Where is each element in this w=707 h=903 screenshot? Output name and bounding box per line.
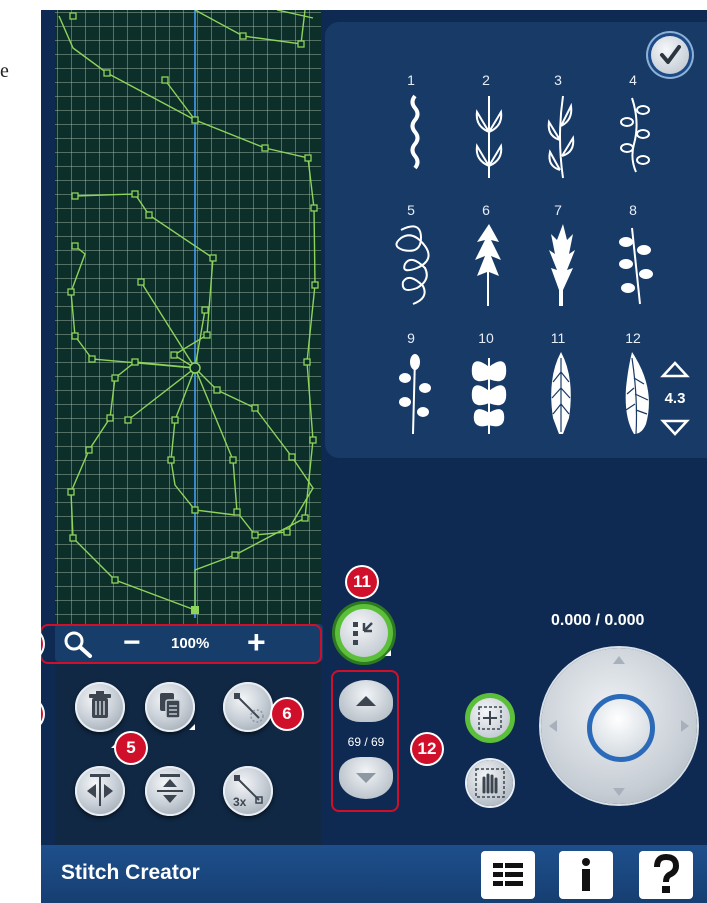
svg-text:3x: 3x: [233, 795, 247, 809]
callout-6: 6: [272, 699, 302, 729]
stitch-grid-canvas[interactable]: [55, 10, 321, 624]
help-icon: [654, 853, 680, 893]
insert-point-icon: [234, 693, 264, 723]
delete-button[interactable]: [75, 682, 125, 732]
stitch-12-icon[interactable]: [616, 348, 660, 438]
background-text-fragment: e: [0, 60, 9, 82]
stitch-menu-panel: 1 2 3 4 5 6 7 8 9 10 11 12 4.3: [325, 22, 707, 458]
duplicate-button[interactable]: [145, 682, 195, 732]
help-button[interactable]: [639, 851, 693, 899]
confirm-button[interactable]: [651, 36, 689, 74]
options-indicator: [189, 724, 195, 730]
bottom-bar: Stitch Creator: [41, 845, 707, 903]
duplicate-icon: [160, 693, 181, 719]
stitch-number: 12: [625, 330, 641, 346]
triple-stitch-button[interactable]: 3x: [223, 766, 273, 816]
stitch-number: 2: [482, 72, 490, 88]
pan-button[interactable]: [467, 760, 513, 806]
stitch-4-icon[interactable]: [616, 92, 656, 182]
stitch-8-icon[interactable]: [616, 220, 656, 310]
callout-12: 12: [412, 734, 442, 764]
stitch-5-icon[interactable]: [391, 220, 439, 310]
stitch-number: 10: [478, 330, 494, 346]
stitch-10-icon[interactable]: [467, 348, 511, 438]
stitch-3-icon[interactable]: [541, 92, 581, 182]
mirror-side-to-side-button[interactable]: [75, 766, 125, 816]
pan-hand-icon: [475, 768, 505, 798]
options-indicator: [385, 650, 391, 656]
trash-icon: [89, 691, 111, 718]
select-stitch-point-icon: [353, 622, 373, 645]
stitch-number: 4: [629, 72, 637, 88]
stitch-page-indicator: 4.3: [664, 390, 686, 407]
stitch-number: 9: [407, 330, 415, 346]
callout-11: 11: [347, 567, 377, 597]
stitch-9-icon[interactable]: [395, 348, 435, 438]
scroll-down-icon[interactable]: [660, 418, 690, 438]
insert-stitch-point-button[interactable]: [223, 682, 273, 732]
position-joystick[interactable]: [541, 648, 697, 804]
stitch-number: 5: [407, 202, 415, 218]
stitch-1-icon[interactable]: [395, 92, 435, 182]
triple-stitch-icon: 3x: [233, 775, 263, 809]
callout-5: 5: [116, 733, 146, 763]
stitch-design-drawing: [58, 10, 319, 618]
stitch-number: 3: [554, 72, 562, 88]
stitch-number: 11: [550, 330, 566, 346]
callout-4: 4: [41, 699, 43, 729]
stitch-number: 8: [629, 202, 637, 218]
menu-button[interactable]: [481, 851, 535, 899]
stitch-6-icon[interactable]: [469, 220, 509, 310]
stitch-number: 6: [482, 202, 490, 218]
stitch-number: 7: [554, 202, 562, 218]
mirror-side-to-side-icon: [87, 774, 113, 806]
app-title: Stitch Creator: [61, 861, 200, 884]
info-icon: [582, 858, 590, 891]
joystick-center-button[interactable]: [587, 694, 655, 762]
edit-tools-panel: 3x: [55, 662, 321, 846]
checkmark-icon: [660, 45, 681, 64]
stitch-number: 1: [407, 72, 415, 88]
step-callout-box: [331, 670, 399, 812]
zoom-callout-box: [41, 624, 322, 664]
list-menu-icon: [493, 863, 523, 886]
stitch-2-icon[interactable]: [469, 92, 509, 182]
sewing-machine-screen: − 100% + 3x 1 2 3 4 5 6 7 8 9 10 11 12 4…: [41, 10, 707, 903]
scroll-up-icon[interactable]: [660, 360, 690, 380]
info-button[interactable]: [559, 851, 613, 899]
select-all-button[interactable]: [465, 693, 515, 743]
mirror-end-to-end-button[interactable]: [145, 766, 195, 816]
stitch-11-icon[interactable]: [541, 348, 581, 438]
stitch-7-icon[interactable]: [541, 220, 581, 310]
position-readout: 0.000 / 0.000: [551, 612, 645, 629]
select-all-icon: [478, 706, 502, 730]
mirror-end-to-end-icon: [157, 774, 183, 803]
